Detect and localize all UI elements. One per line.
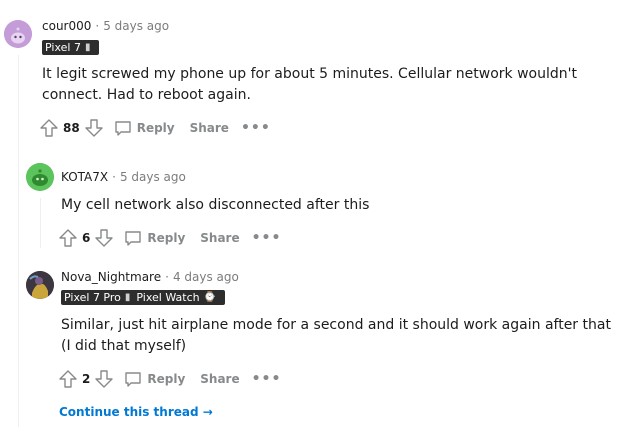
reply-button[interactable]: Reply — [123, 228, 185, 248]
reply-label: Reply — [136, 121, 175, 135]
phone-emoji-icon: ▮ — [124, 292, 131, 303]
username[interactable]: cour000 — [42, 19, 91, 33]
reply-button[interactable]: Reply — [123, 369, 185, 389]
share-button[interactable]: Share — [200, 231, 239, 245]
share-label: Share — [200, 372, 240, 386]
share-label: Share — [189, 121, 229, 135]
more-options-icon[interactable]: ••• — [241, 120, 271, 136]
comment-actions: 2 Reply Share ••• — [57, 368, 281, 390]
reply-label: Reply — [147, 231, 186, 245]
comment-text-line: It legit screwed my phone up for about 5… — [42, 66, 577, 82]
comment-body: My cell network also disconnected after … — [61, 195, 369, 216]
phone-emoji-icon: ▮ — [84, 42, 91, 53]
downvote-arrow-icon[interactable] — [93, 227, 115, 249]
comment-actions: 6 Reply Share ••• — [57, 227, 281, 249]
snoo-avatar-icon — [4, 20, 32, 48]
meta-separator: · — [95, 19, 100, 33]
thread-line-root[interactable] — [18, 55, 19, 427]
user-avatar[interactable] — [26, 271, 54, 299]
comment-text-line: (I did that myself) — [61, 338, 187, 354]
upvote-arrow-icon[interactable] — [57, 227, 79, 249]
comment-meta: Nova_Nightmare · 4 days ago — [61, 270, 239, 284]
downvote-arrow-icon[interactable] — [83, 117, 105, 139]
share-button[interactable]: Share — [190, 121, 229, 135]
username[interactable]: KOTA7X — [61, 170, 108, 184]
flair-text: Pixel 7 — [45, 41, 81, 54]
comment-actions: 88 Reply Share ••• — [38, 117, 271, 139]
watch-emoji-icon: ⌚ — [203, 292, 217, 303]
share-label: Share — [200, 231, 240, 245]
vote-score: 88 — [63, 121, 80, 135]
thread-line-child[interactable] — [40, 198, 41, 248]
username[interactable]: Nova_Nightmare — [61, 270, 161, 284]
continue-thread-link[interactable]: Continue this thread → — [59, 405, 213, 419]
user-flair: Pixel 7 ▮ — [42, 40, 100, 55]
more-options-icon[interactable]: ••• — [252, 371, 282, 387]
meta-separator: · — [112, 170, 116, 184]
downvote-arrow-icon[interactable] — [93, 368, 115, 390]
vote-score: 6 — [82, 231, 91, 245]
timestamp[interactable]: 5 days ago — [103, 19, 169, 33]
continue-thread-label: Continue this thread — [59, 405, 199, 419]
timestamp[interactable]: 4 days ago — [173, 270, 239, 284]
user-avatar[interactable] — [26, 163, 54, 191]
more-options-icon[interactable]: ••• — [252, 230, 282, 246]
share-button[interactable]: Share — [200, 372, 239, 386]
timestamp[interactable]: 5 days ago — [120, 170, 186, 184]
speech-bubble-icon — [125, 231, 142, 246]
speech-bubble-icon — [125, 372, 142, 387]
speech-bubble-icon — [115, 121, 131, 136]
comment-meta: cour000 · 5 days ago — [42, 19, 169, 33]
arrow-right-icon: → — [202, 405, 213, 419]
comment-body: Similar, just hit airplane mode for a se… — [61, 315, 611, 357]
meta-separator: · — [165, 270, 169, 284]
reply-button[interactable]: Reply — [113, 118, 175, 138]
comment-text-line: My cell network also disconnected after … — [61, 197, 370, 213]
comment-text-line: connect. Had to reboot again. — [42, 87, 251, 103]
comment-body: It legit screwed my phone up for about 5… — [42, 64, 577, 106]
user-avatar[interactable] — [4, 20, 32, 48]
upvote-arrow-icon[interactable] — [38, 117, 60, 139]
snoo-avatar-icon — [26, 163, 54, 191]
comment-meta: KOTA7X · 5 days ago — [61, 170, 186, 184]
flair-text: Pixel Watch — [136, 291, 200, 304]
upvote-arrow-icon[interactable] — [57, 368, 79, 390]
reply-label: Reply — [147, 372, 186, 386]
user-flair: Pixel 7 Pro ▮ Pixel Watch ⌚ — [61, 290, 226, 305]
user-photo-icon — [26, 271, 54, 299]
comment-text-line: Similar, just hit airplane mode for a se… — [61, 317, 611, 333]
flair-text: Pixel 7 Pro — [64, 291, 121, 304]
vote-score: 2 — [82, 372, 91, 386]
